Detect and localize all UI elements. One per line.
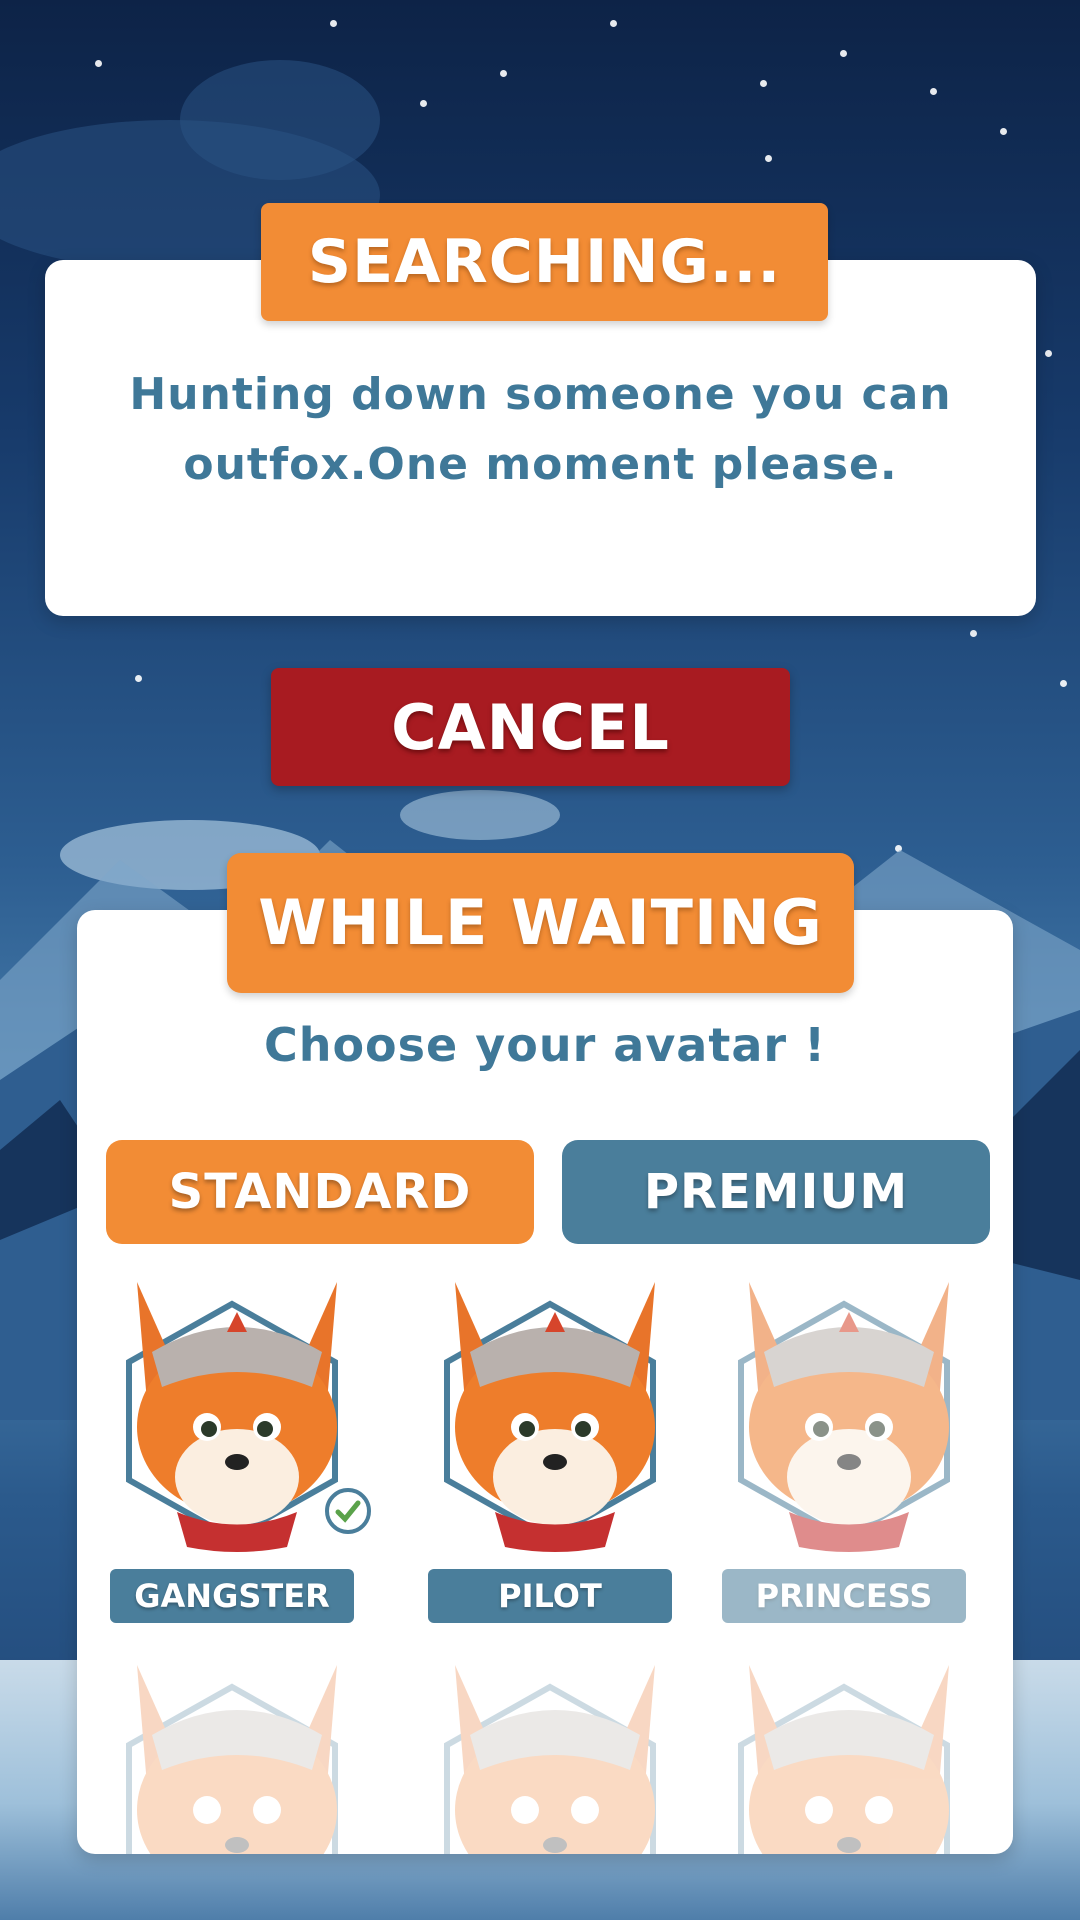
tab-standard[interactable]: STANDARD — [106, 1140, 534, 1244]
fox-avatar-icon — [444, 1665, 656, 1854]
fox-avatar-icon — [444, 1282, 656, 1552]
avatar-gangster[interactable]: GANGSTER — [107, 1262, 371, 1632]
while-waiting-panel: Choose your avatar ! STANDARD PREMIUM GA… — [77, 910, 1013, 1854]
fox-avatar-icon — [738, 1665, 950, 1854]
while-waiting-title: WHILE WAITING — [227, 853, 854, 993]
searching-message-line-2: outfox.One moment please. — [183, 439, 898, 490]
searching-message: Hunting down someone you can outfox.One … — [45, 360, 1036, 500]
avatar-label-pilot: PILOT — [428, 1569, 672, 1623]
cancel-button[interactable]: CANCEL — [271, 668, 790, 786]
avatar-pilot[interactable]: PILOT — [425, 1262, 685, 1632]
searching-message-line-1: Hunting down someone you can — [129, 369, 952, 420]
avatar-label-gangster: GANGSTER — [110, 1569, 354, 1623]
avatar-label-princess: PRINCESS — [722, 1569, 966, 1623]
avatar-row2-3[interactable] — [719, 1645, 979, 1854]
fox-avatar-icon — [126, 1665, 338, 1854]
fox-avatar-icon — [738, 1282, 950, 1552]
choose-avatar-prompt: Choose your avatar ! — [263, 1018, 827, 1072]
avatar-row2-2[interactable] — [425, 1645, 685, 1854]
tab-premium[interactable]: PREMIUM — [562, 1140, 990, 1244]
searching-title: SEARCHING... — [261, 203, 828, 321]
avatar-row2-1[interactable] — [107, 1645, 367, 1854]
selected-checkmark-icon — [325, 1488, 371, 1534]
avatar-princess[interactable]: PRINCESS — [719, 1262, 979, 1632]
